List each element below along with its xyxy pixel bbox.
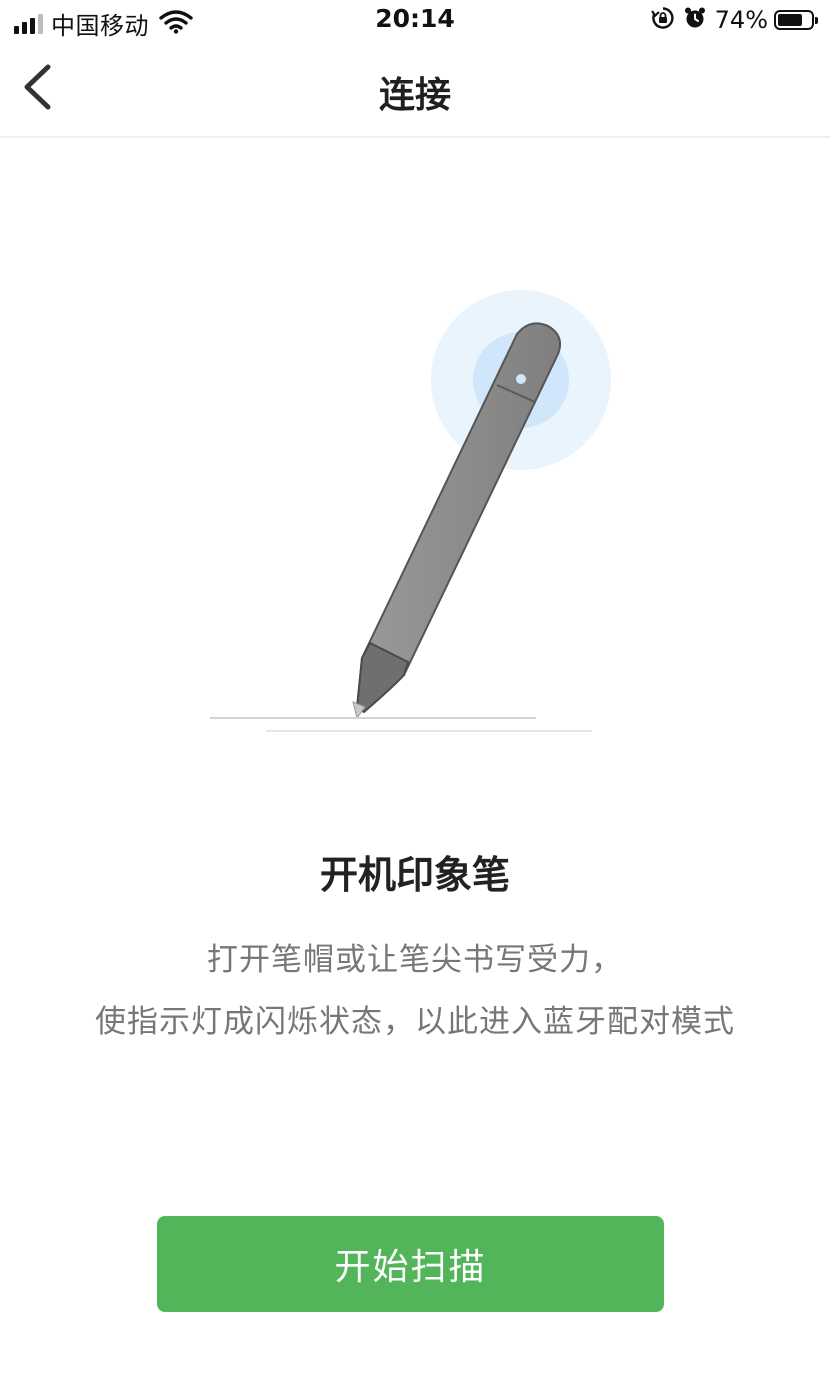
pen-icon [210, 290, 611, 732]
battery-icon [774, 10, 818, 30]
battery-level [778, 14, 802, 26]
instruction-line-2: 使指示灯成闪烁状态，以此进入蓝牙配对模式 [95, 1004, 735, 1040]
start-scan-button[interactable]: 开始扫描 [157, 1216, 664, 1312]
indicator-light [516, 374, 526, 384]
page-title: 连接 [378, 75, 451, 116]
instruction-line-1: 打开笔帽或让笔尖书写受力， [207, 942, 623, 978]
instruction-heading: 开机印象笔 [319, 853, 510, 897]
rotation-lock-icon [650, 6, 675, 34]
battery-percent: 74% [714, 6, 768, 34]
status-bar-right: 74% [650, 6, 818, 34]
alarm-icon [683, 6, 707, 34]
status-bar: 中国移动 20:14 74% [0, 0, 830, 42]
pen-illustration [0, 140, 830, 760]
nav-bar: 连接 [0, 42, 830, 138]
